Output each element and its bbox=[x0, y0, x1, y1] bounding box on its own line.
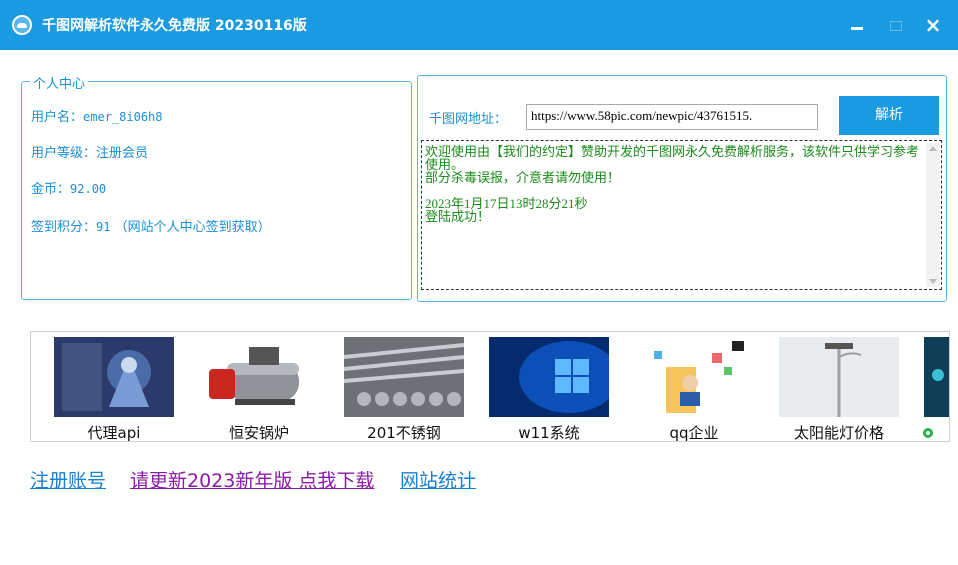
ad-item[interactable]: 代理api bbox=[53, 336, 175, 442]
level-label: 用户等级： bbox=[31, 146, 97, 161]
game-character-image bbox=[54, 337, 174, 417]
log-scrollbar[interactable] bbox=[926, 143, 940, 287]
close-icon: × bbox=[924, 13, 942, 37]
ad-label: 恒安锅炉 bbox=[228, 424, 289, 442]
ad-item[interactable]: 201不锈钢 bbox=[343, 336, 465, 442]
close-button[interactable]: × bbox=[918, 10, 948, 40]
log-line: 部分杀毒误报，介意者请勿使用！ bbox=[425, 170, 621, 185]
ad-item-partial[interactable] bbox=[923, 336, 949, 440]
username-value: emer_8i06h8 bbox=[83, 110, 163, 124]
log-line: 2023年1月17日13时28分21秒 bbox=[425, 196, 588, 211]
ad-label: 代理api bbox=[87, 424, 141, 442]
points-note: （网站个人中心签到获取） bbox=[110, 220, 271, 235]
log-textarea[interactable]: 欢迎使用由【我们的约定】赞助开发的千图网永久免费解析服务，该软件只供学习参考使用… bbox=[421, 140, 942, 290]
level-row: 用户等级：注册会员 bbox=[31, 142, 148, 161]
ad-strip: 代理api 恒安锅炉 201不锈钢 w11系统 qq企业 太阳能灯价格 bbox=[30, 331, 950, 442]
maximize-icon bbox=[890, 21, 902, 31]
scroll-up-icon[interactable] bbox=[929, 146, 937, 151]
window-title: 千图网解析软件永久免费版 20230116版 bbox=[42, 18, 307, 34]
ad-item[interactable]: qq企业 bbox=[633, 336, 755, 442]
user-center-legend: 个人中心 bbox=[30, 73, 89, 92]
steel-bars-image bbox=[344, 337, 464, 417]
parser-panel: 千图网地址： https://www.58pic.com/newpic/4376… bbox=[417, 75, 947, 302]
ad-item[interactable]: w11系统 bbox=[488, 336, 610, 442]
scroll-down-icon[interactable] bbox=[929, 279, 937, 284]
user-center-panel: 个人中心 用户名：emer_8i06h8 用户等级：注册会员 金币：92.00 … bbox=[21, 73, 412, 300]
cloud-app-icon bbox=[12, 15, 32, 35]
log-text: 欢迎使用由【我们的约定】赞助开发的千图网永久免费解析服务，该软件只供学习参考使用… bbox=[425, 145, 920, 223]
ad-label: 201不锈钢 bbox=[367, 424, 441, 442]
minimize-icon bbox=[851, 27, 863, 30]
boiler-image bbox=[199, 337, 319, 417]
solar-street-lamp-image bbox=[779, 337, 899, 417]
search-icon bbox=[923, 428, 933, 438]
windows-logo-image bbox=[489, 337, 609, 417]
business-avatar-image bbox=[634, 337, 754, 417]
log-line: 欢迎使用由【我们的约定】赞助开发的千图网永久免费解析服务，该软件只供学习参考使用… bbox=[425, 144, 920, 172]
register-link[interactable]: 注册账号 bbox=[30, 466, 106, 493]
level-value: 注册会员 bbox=[96, 146, 149, 161]
points-label: 签到积分： bbox=[31, 220, 97, 235]
username-row: 用户名：emer_8i06h8 bbox=[31, 106, 163, 125]
minimize-button[interactable] bbox=[842, 10, 872, 40]
coins-value: 92.00 bbox=[70, 182, 107, 196]
partial-ad-image bbox=[924, 337, 949, 417]
maximize-button[interactable] bbox=[880, 10, 910, 40]
coins-label: 金币： bbox=[31, 182, 71, 197]
url-label: 千图网地址： bbox=[429, 112, 508, 127]
stats-link[interactable]: 网站统计 bbox=[400, 466, 476, 493]
points-value: 91 bbox=[96, 220, 111, 234]
parse-button[interactable]: 解析 bbox=[839, 96, 939, 135]
title-bar: 千图网解析软件永久免费版 20230116版 × bbox=[0, 0, 958, 50]
update-download-link[interactable]: 请更新2023新年版 点我下载 bbox=[130, 466, 374, 493]
log-line: 登陆成功！ bbox=[425, 209, 491, 224]
url-input[interactable]: https://www.58pic.com/newpic/43761515. bbox=[526, 104, 818, 130]
ad-item[interactable]: 恒安锅炉 bbox=[198, 336, 320, 442]
username-label: 用户名： bbox=[31, 110, 84, 125]
ad-item[interactable]: 太阳能灯价格 bbox=[778, 336, 900, 442]
ad-label: w11系统 bbox=[518, 424, 580, 442]
points-row: 签到积分：91 （网站个人中心签到获取） bbox=[31, 216, 271, 235]
coins-row: 金币：92.00 bbox=[31, 178, 106, 197]
ad-label: 太阳能灯价格 bbox=[793, 424, 884, 442]
ad-label: qq企业 bbox=[669, 424, 719, 442]
